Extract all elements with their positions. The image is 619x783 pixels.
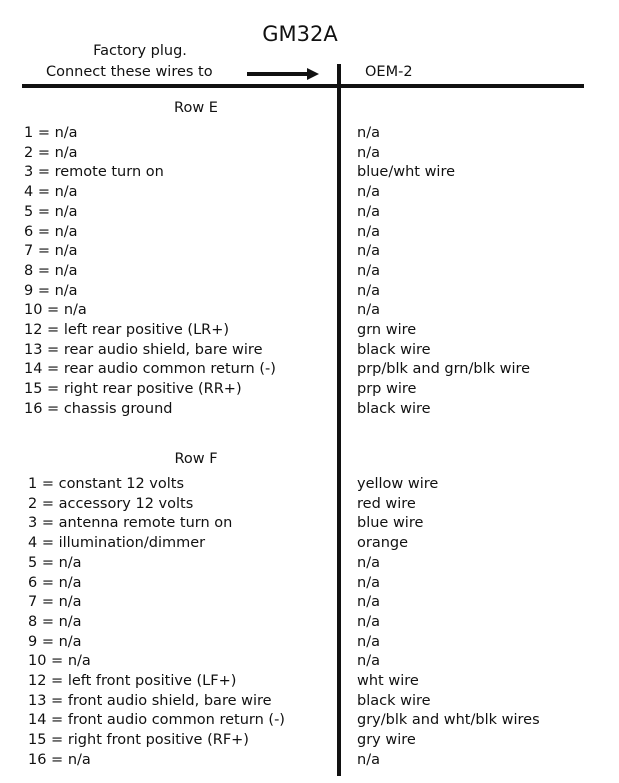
table-row: 6 = n/a n/a: [0, 573, 619, 593]
wire-label: black wire: [357, 400, 431, 417]
wire-label: prp wire: [357, 381, 417, 398]
arrow-right-icon: [247, 68, 319, 80]
table-row: 15 = right rear positive (RR+) prp wire: [0, 379, 619, 399]
table-row: 8 = n/a n/a: [0, 612, 619, 632]
wire-label: n/a: [357, 223, 380, 240]
table-row: 16 = n/a n/a: [0, 750, 619, 770]
wire-label: n/a: [357, 613, 380, 630]
wire-label: n/a: [357, 144, 380, 161]
table-row: 12 = left front positive (LF+) wht wire: [0, 671, 619, 691]
section-title: Row E: [174, 100, 218, 116]
wire-label: gry wire: [357, 732, 416, 749]
pin-label: 13 = front audio shield, bare wire: [28, 692, 272, 709]
pin-label: 14 = rear audio common return (-): [24, 361, 276, 378]
table-row: 13 = front audio shield, bare wire black …: [0, 691, 619, 711]
header-factory-plug: Factory plug.: [93, 43, 187, 59]
pin-label: 3 = antenna remote turn on: [28, 515, 233, 532]
table-row: 7 = n/a n/a: [0, 592, 619, 612]
section-title: Row F: [174, 451, 218, 467]
wire-label: n/a: [357, 184, 380, 201]
wire-label: gry/blk and wht/blk wires: [357, 712, 540, 729]
wire-label: black wire: [357, 692, 431, 709]
pin-label: 7 = n/a: [28, 594, 82, 611]
wire-label: wht wire: [357, 673, 419, 689]
table-row: 16 = chassis ground black wire: [0, 399, 619, 419]
table-row: 4 = n/a n/a: [0, 182, 619, 202]
pin-label: 14 = front audio common return (-): [28, 712, 285, 729]
wire-label: yellow wire: [357, 476, 439, 492]
table-row: 3 = remote turn on blue/wht wire: [0, 162, 619, 182]
wire-label: n/a: [357, 302, 380, 319]
wire-label: prp/blk and grn/blk wire: [357, 361, 531, 378]
wire-label: blue wire: [357, 515, 424, 532]
wire-label: grn wire: [357, 322, 417, 338]
pin-label: 3 = remote turn on: [24, 164, 164, 181]
pin-label: 15 = right rear positive (RR+): [24, 381, 242, 398]
wire-label: n/a: [357, 633, 380, 650]
pin-label: 15 = right front positive (RF+): [28, 732, 249, 749]
table-row: 1 = constant 12 volts yellow wire: [0, 474, 619, 494]
pin-label: 10 = n/a: [24, 302, 87, 319]
pin-label: 2 = accessory 12 volts: [28, 495, 194, 512]
table-row: 10 = n/a n/a: [0, 651, 619, 671]
table-row: 9 = n/a n/a: [0, 632, 619, 652]
pin-label: 16 = chassis ground: [24, 400, 173, 417]
table-row: 14 = front audio common return (-) gry/bl…: [0, 710, 619, 730]
wire-label: red wire: [357, 495, 416, 512]
table-row: 6 = n/a n/a: [0, 222, 619, 242]
pin-label: 9 = n/a: [24, 282, 78, 299]
pin-label: 8 = n/a: [28, 613, 82, 630]
pin-label: 8 = n/a: [24, 262, 78, 279]
table-row: 12 = left rear positive (LR+) grn wire: [0, 320, 619, 340]
pin-label: 5 = n/a: [28, 554, 82, 571]
pin-label: 13 = rear audio shield, bare wire: [24, 341, 263, 358]
wire-label: n/a: [357, 243, 380, 260]
wire-label: n/a: [357, 594, 380, 611]
table-row: 9 = n/a n/a: [0, 281, 619, 301]
table-row: 2 = n/a n/a: [0, 143, 619, 163]
wire-label: n/a: [357, 125, 380, 141]
pin-label: 4 = n/a: [24, 184, 78, 201]
wire-label: orange: [357, 535, 409, 552]
table-row: 15 = right front positive (RF+) gry wire: [0, 730, 619, 750]
table-row: 8 = n/a n/a: [0, 261, 619, 281]
wire-label: n/a: [357, 554, 380, 571]
pin-label: 10 = n/a: [28, 653, 91, 670]
table-row: 2 = accessory 12 volts red wire: [0, 494, 619, 514]
table-row: 5 = n/a n/a: [0, 202, 619, 222]
wire-label: n/a: [357, 653, 380, 670]
pin-label: 7 = n/a: [24, 243, 78, 260]
table-row: 4 = illumination/dimmer orange: [0, 533, 619, 553]
pin-label: 12 = left rear positive (LR+): [24, 322, 230, 338]
pin-label: 2 = n/a: [24, 144, 78, 161]
header-divider: [22, 84, 584, 88]
table-row: 14 = rear audio common return (-) prp/blk…: [0, 359, 619, 379]
table-row: 10 = n/a n/a: [0, 300, 619, 320]
pin-label: 6 = n/a: [28, 574, 82, 591]
wire-label: n/a: [357, 574, 380, 591]
header-connect-label: Connect these wires to: [46, 64, 213, 80]
pin-label: 12 = left front positive (LF+): [28, 673, 237, 689]
pin-label: 1 = n/a: [24, 125, 78, 141]
table-row: 13 = rear audio shield, bare wire black w…: [0, 340, 619, 360]
wire-label: n/a: [357, 262, 380, 279]
pin-label: 5 = n/a: [24, 203, 78, 220]
pin-label: 1 = constant 12 volts: [28, 476, 185, 492]
table-row: 3 = antenna remote turn on blue wire: [0, 513, 619, 533]
pin-label: 6 = n/a: [24, 223, 78, 240]
wire-label: blue/wht wire: [357, 164, 456, 181]
wire-label: n/a: [357, 751, 380, 768]
pin-label: 16 = n/a: [28, 751, 91, 768]
pin-label: 9 = n/a: [28, 633, 82, 650]
table-row: 1 = n/a n/a: [0, 123, 619, 143]
table-row: 7 = n/a n/a: [0, 241, 619, 261]
pin-label: 4 = illumination/dimmer: [28, 535, 206, 552]
header-oem-label: OEM-2: [365, 64, 413, 80]
table-row: 5 = n/a n/a: [0, 553, 619, 573]
wire-label: n/a: [357, 282, 380, 299]
wire-label: n/a: [357, 203, 380, 220]
wire-label: black wire: [357, 341, 431, 358]
